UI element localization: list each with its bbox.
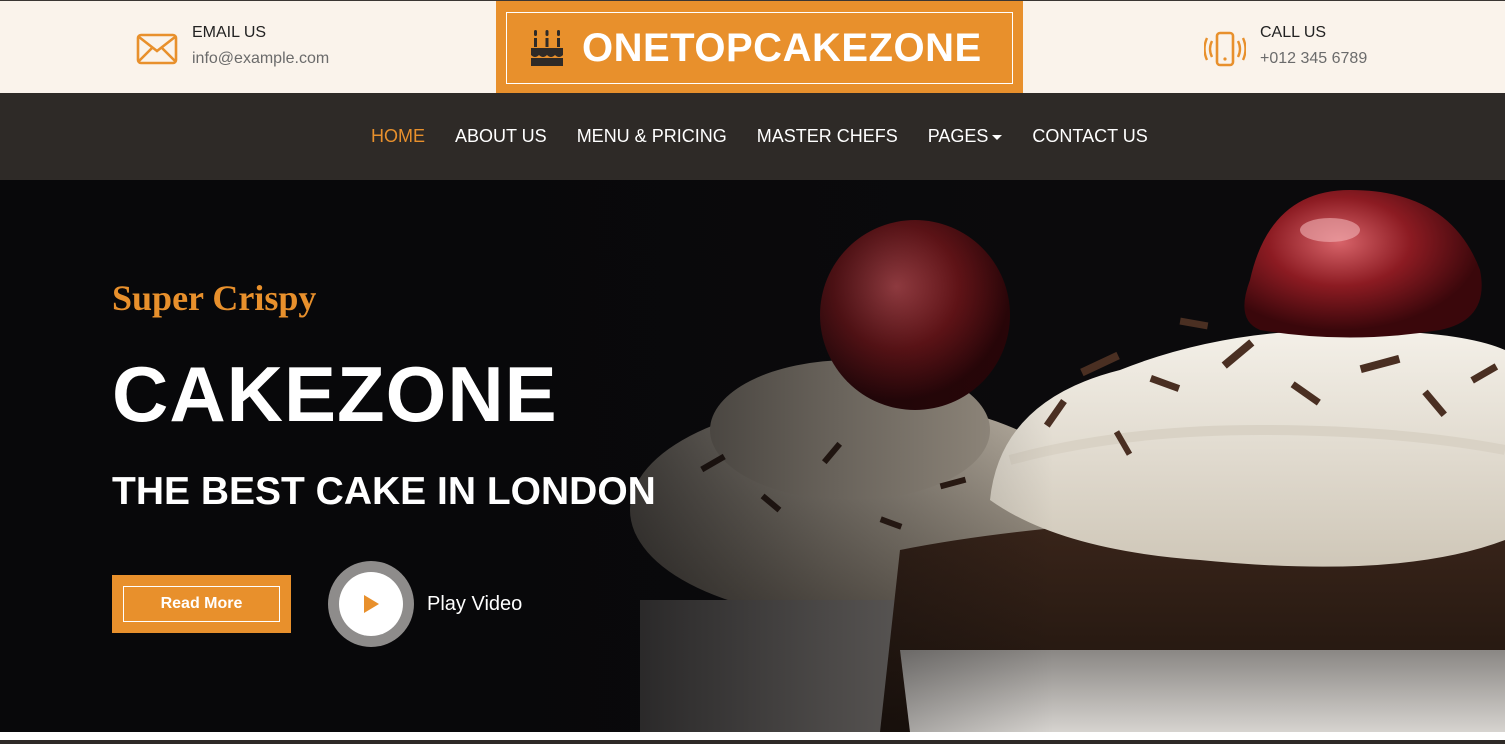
nav-item-pages-label: PAGES [927,126,989,146]
chevron-down-icon [992,135,1003,140]
nav-item-about-us[interactable]: ABOUT US [455,126,547,147]
top-contact-bar: EMAIL US info@example.com ONETOPCAKEZONE [0,0,1505,94]
bottom-divider [0,740,1505,744]
nav-item-menu-pricing[interactable]: MENU & PRICING [577,126,727,147]
read-more-button[interactable]: Read More [112,575,291,633]
email-value[interactable]: info@example.com [192,49,329,69]
play-video-label[interactable]: Play Video [427,593,522,616]
birthday-cake-icon [529,27,567,69]
play-icon [364,595,379,613]
brand-name: ONETOPCAKEZONE [582,26,982,70]
hero-subline: THE BEST CAKE IN LONDON [112,470,656,513]
call-value[interactable]: +012 345 6789 [1260,49,1367,69]
nav-list: HOME ABOUT US MENU & PRICING MASTER CHEF… [371,93,1178,180]
brand-frame: ONETOPCAKEZONE [506,12,1013,84]
hero-overlay [0,180,1505,732]
nav-item-home[interactable]: HOME [371,126,425,147]
brand-logo[interactable]: ONETOPCAKEZONE [496,1,1023,94]
nav-item-master-chefs[interactable]: MASTER CHEFS [757,126,898,147]
nav-item-contact-us[interactable]: CONTACT US [1032,126,1147,147]
call-contact[interactable]: CALL US +012 345 6789 [1203,23,1367,71]
email-title: EMAIL US [192,24,267,41]
read-more-label: Read More [123,586,280,622]
hero-kicker: Super Crispy [112,278,317,318]
main-navbar: HOME ABOUT US MENU & PRICING MASTER CHEF… [0,93,1505,180]
hero-headline: CAKEZONE [112,350,558,438]
nav-item-pages[interactable]: PAGES [928,126,1003,147]
email-contact[interactable]: EMAIL US info@example.com [135,23,329,71]
call-title: CALL US [1260,24,1327,41]
phone-vibrate-icon [1203,27,1247,71]
hero-banner: Super Crispy CAKEZONE THE BEST CAKE IN L… [0,180,1505,732]
play-video-button[interactable] [328,561,414,647]
envelope-icon [135,27,179,71]
play-disc [339,572,403,636]
